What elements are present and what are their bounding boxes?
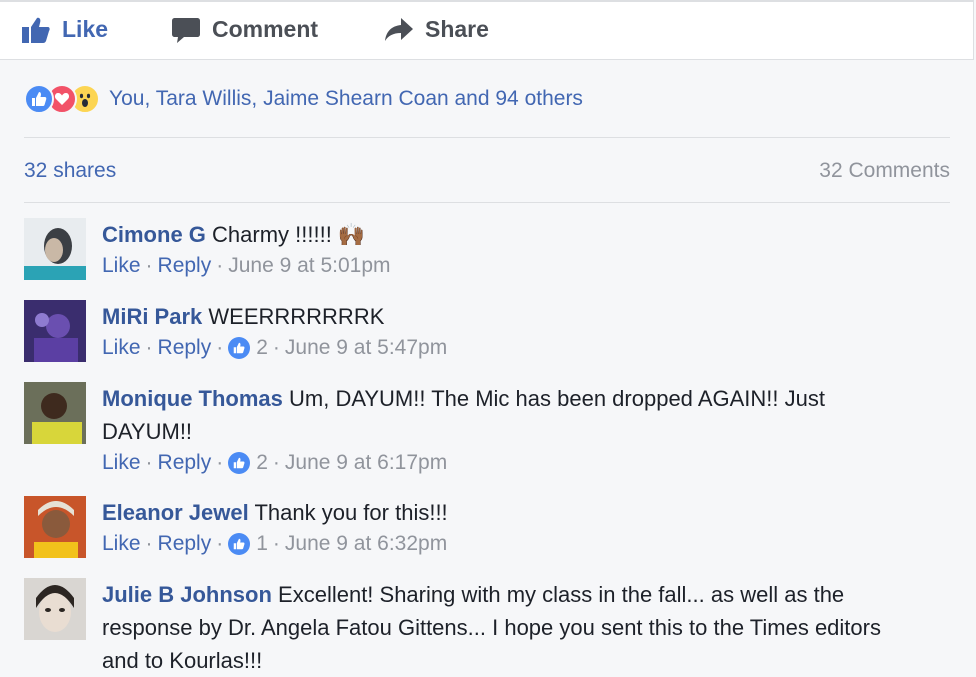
comment-reply-link[interactable]: Reply: [158, 529, 212, 559]
comment-like-link[interactable]: Like: [102, 333, 141, 363]
comment-reply-link[interactable]: Reply: [158, 333, 212, 363]
comment-reply-link[interactable]: Reply: [158, 448, 212, 478]
like-button-label: Like: [62, 16, 109, 42]
avatar[interactable]: [24, 496, 86, 558]
comment-author[interactable]: Cimone G: [102, 222, 206, 247]
like-count-icon: [228, 337, 251, 359]
comment-like-count[interactable]: 2: [256, 333, 268, 363]
comment-text: Charmy !!!!!! 🙌🏾: [205, 222, 366, 247]
comment-like-link[interactable]: Like: [102, 529, 141, 559]
divider: [24, 137, 950, 138]
comment-author[interactable]: MiRi Park: [102, 304, 202, 329]
comment-text: Thank you for this!!!: [248, 500, 448, 525]
comment-like-count[interactable]: 1: [256, 529, 268, 559]
comment-author[interactable]: Eleanor Jewel: [102, 500, 249, 525]
like-count-icon: [228, 533, 251, 555]
comments-count[interactable]: 32 Comments: [819, 159, 950, 183]
separator-dot: ·: [216, 451, 224, 474]
share-button-label: Share: [425, 16, 489, 42]
share-button[interactable]: Share: [385, 16, 489, 43]
comment-timestamp[interactable]: June 9 at 6:32pm: [285, 529, 447, 559]
avatar[interactable]: [24, 578, 86, 640]
share-arrow-icon: [385, 17, 413, 41]
separator-dot: ·: [216, 532, 224, 555]
separator-dot: ·: [272, 451, 280, 474]
comment-timestamp[interactable]: June 9 at 5:47pm: [285, 333, 447, 363]
comment-author[interactable]: Monique Thomas: [102, 386, 283, 411]
separator-dot: ·: [145, 451, 153, 474]
separator-dot: ·: [216, 336, 224, 359]
like-count-icon: [228, 452, 251, 474]
reactions-summary[interactable]: You, Tara Willis, Jaime Shearn Coan and …: [24, 84, 583, 114]
comment-like-count[interactable]: 2: [256, 448, 268, 478]
reaction-icons: [24, 84, 100, 114]
separator-dot: ·: [145, 336, 153, 359]
comment-like-link[interactable]: Like: [102, 251, 141, 281]
comment-timestamp[interactable]: June 9 at 5:01pm: [228, 251, 390, 281]
post-action-bar: Like Comment Share: [0, 0, 974, 60]
separator-dot: ·: [145, 254, 153, 277]
reactions-text[interactable]: You, Tara Willis, Jaime Shearn Coan and …: [109, 87, 583, 111]
separator-dot: ·: [145, 532, 153, 555]
shares-count[interactable]: 32 shares: [24, 159, 116, 183]
comment-author[interactable]: Julie B Johnson: [102, 582, 272, 607]
comment-icon: [172, 17, 200, 43]
separator-dot: ·: [216, 254, 224, 277]
like-button[interactable]: Like: [22, 16, 108, 43]
avatar[interactable]: [24, 218, 86, 280]
comment-button[interactable]: Comment: [172, 16, 318, 43]
divider: [24, 202, 950, 203]
comment-like-link[interactable]: Like: [102, 448, 141, 478]
like-reaction-icon: [24, 84, 54, 114]
comment-reply-link[interactable]: Reply: [158, 251, 212, 281]
comment-timestamp[interactable]: June 9 at 6:17pm: [285, 448, 447, 478]
avatar[interactable]: [24, 382, 86, 444]
avatar[interactable]: [24, 300, 86, 362]
comment-text: WEERRRRRRRK: [202, 304, 385, 329]
separator-dot: ·: [272, 532, 280, 555]
thumbs-up-icon: [22, 17, 50, 43]
separator-dot: ·: [272, 336, 280, 359]
comment-button-label: Comment: [212, 16, 319, 42]
